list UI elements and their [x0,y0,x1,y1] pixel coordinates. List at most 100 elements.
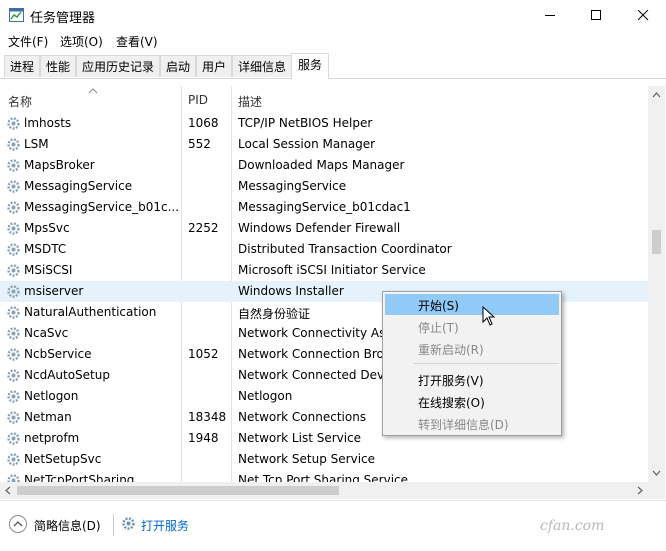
service-description: Local Session Manager [238,137,376,151]
vertical-scrollbar[interactable] [648,86,665,482]
service-gear-icon [7,474,20,482]
column-header-description[interactable]: 描述 [238,93,262,110]
table-row[interactable]: MessagingService MessagingService [0,176,648,197]
service-name: NcaSvc [24,326,69,340]
service-description: 自然身份验证 [238,307,311,321]
scroll-up-icon[interactable] [652,92,661,98]
service-gear-icon [7,243,20,256]
service-description: Network Connection Bro [238,347,384,361]
tab-details[interactable]: 详细信息 [232,55,292,77]
service-gear-icon [7,264,20,277]
close-button[interactable] [620,0,666,30]
scroll-left-icon[interactable] [5,486,11,495]
service-pid: 2252 [188,221,219,235]
service-gear-icon [7,222,20,235]
context-menu-label: 停止(T) [418,321,459,335]
vertical-scroll-thumb[interactable] [652,230,661,254]
service-name: NcdAutoSetup [24,368,110,382]
service-gear-icon [7,327,20,340]
table-row[interactable]: MSiSCSI Microsoft iSCSI Initiator Service [0,260,648,281]
fewer-details-label[interactable]: 简略信息(D) [34,517,101,534]
service-name: MessagingService_b01c... [24,200,180,214]
watermark: cfan.com [540,518,605,534]
service-pid: 552 [188,137,211,151]
close-icon [638,10,649,21]
table-row[interactable]: MessagingService_b01c... MessagingService… [0,197,648,218]
service-gear-icon [7,117,20,130]
tab-processes[interactable]: 进程 [4,55,40,77]
collapse-button[interactable] [9,515,27,533]
service-name: MSDTC [24,242,67,256]
tab-startup[interactable]: 启动 [160,55,196,77]
service-name: Netlogon [24,389,79,403]
context-open-services[interactable]: 打开服务(V) [385,369,559,390]
service-gear-icon [7,348,20,361]
minimize-icon [545,15,555,16]
service-gear-icon [7,369,20,382]
tab-services[interactable]: 服务 [291,53,329,79]
maximize-button[interactable] [573,0,619,30]
service-gear-icon [7,453,20,466]
context-menu: 开始(S) 停止(T) 重新启动(R) 打开服务(V) 在线搜索(O) 转到详细信息(D) [382,291,562,436]
service-description: Microsoft iSCSI Initiator Service [238,263,426,277]
table-row[interactable]: LSM 552 Local Session Manager [0,134,648,155]
service-name: MSiSCSI [24,263,73,277]
service-description: MessagingService [238,179,347,193]
window-title: 任务管理器 [30,11,96,26]
tab-performance[interactable]: 性能 [40,55,76,77]
service-description: Network Connections [238,410,367,424]
sort-ascending-icon [88,88,98,94]
table-row[interactable]: NetSetupSvc Network Setup Service [0,449,648,470]
tab-users[interactable]: 用户 [196,55,232,77]
horizontal-scrollbar[interactable] [0,482,648,499]
scroll-down-icon[interactable] [652,470,661,476]
service-gear-icon [7,411,20,424]
horizontal-scroll-thumb[interactable] [17,486,339,495]
minimize-button[interactable] [527,0,573,30]
table-row[interactable]: MSDTC Distributed Transaction Coordinator [0,239,648,260]
context-menu-label: 打开服务(V) [418,374,484,388]
service-description: MessagingService_b01cdac1 [238,200,411,214]
menu-view[interactable]: 查看(V) [116,33,158,50]
open-services-link[interactable]: 打开服务 [141,517,189,534]
service-name: NcbService [24,347,92,361]
title-bar: 任务管理器 [0,0,666,30]
table-row[interactable]: lmhosts 1068 TCP/IP NetBIOS Helper [0,113,648,134]
column-header-pid[interactable]: PID [188,93,208,107]
service-gear-icon [7,201,20,214]
service-description: Network Connectivity Ass [238,326,392,340]
service-name: Netman [24,410,72,424]
context-start[interactable]: 开始(S) [385,294,559,315]
service-gear-icon [7,159,20,172]
service-gear-icon [7,285,20,298]
table-row[interactable]: NetTcpPortSharing Net.Tcp Port Sharing Se… [0,470,648,482]
tab-bar: 进程 性能 应用历史记录 启动 用户 详细信息 服务 [0,52,666,79]
column-header-name[interactable]: 名称 [8,93,32,110]
service-name: msiserver [24,284,84,298]
service-gear-icon [7,138,20,151]
table-row[interactable]: MpsSvc 2252 Windows Defender Firewall [0,218,648,239]
context-menu-label: 在线搜索(O) [418,396,485,410]
service-description: Network Connected Devi [238,368,388,382]
context-menu-label: 开始(S) [418,299,459,313]
service-gear-icon [7,432,20,445]
service-name: NetSetupSvc [24,452,102,466]
footer-divider [113,514,114,536]
scroll-right-icon[interactable] [637,486,643,495]
chevron-up-icon [13,521,23,527]
tab-app-history[interactable]: 应用历史记录 [76,55,160,77]
service-description: Windows Defender Firewall [238,221,401,235]
service-description: Downloaded Maps Manager [238,158,405,172]
service-description: Windows Installer [238,284,344,298]
service-pid: 1068 [188,116,219,130]
services-gear-icon [122,517,135,530]
service-description: Distributed Transaction Coordinator [238,242,452,256]
context-search-online[interactable]: 在线搜索(O) [385,391,559,412]
table-row[interactable]: MapsBroker Downloaded Maps Manager [0,155,648,176]
menu-file[interactable]: 文件(F) [8,33,48,50]
context-go-to-details: 转到详细信息(D) [385,413,559,434]
service-gear-icon [7,180,20,193]
service-name: netprofm [24,431,80,445]
menu-options[interactable]: 选项(O) [60,33,103,50]
service-name: MessagingService [24,179,133,193]
